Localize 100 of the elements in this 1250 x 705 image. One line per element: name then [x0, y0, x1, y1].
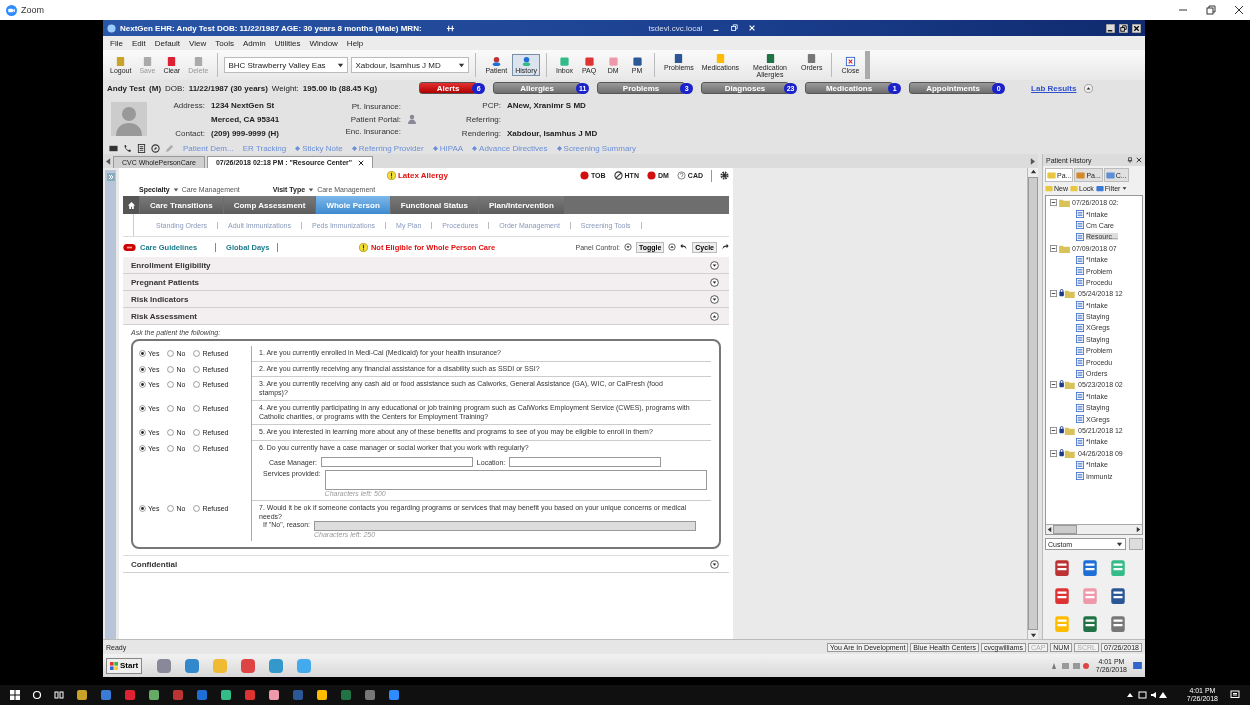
caret-icon[interactable]: [308, 186, 315, 193]
collapse-icon[interactable]: [1050, 244, 1057, 252]
taskbar-app-icon[interactable]: [76, 689, 88, 701]
radio-button[interactable]: [193, 429, 201, 436]
location-dropdown[interactable]: BHC Strawberry Valley Eas: [224, 57, 349, 73]
scrollbar[interactable]: [1046, 524, 1142, 534]
radio-button[interactable]: [139, 429, 146, 436]
menu-item[interactable]: Help: [346, 38, 364, 48]
toolbar-grip[interactable]: [865, 51, 871, 79]
provider-dropdown[interactable]: Xabdour, Isamhus J MD: [351, 57, 470, 73]
radio-button[interactable]: [167, 444, 175, 452]
chevron-icon[interactable]: [710, 260, 719, 270]
taskbar-app-icon[interactable]: [316, 689, 328, 701]
location-field[interactable]: [509, 457, 662, 467]
chevron-icon[interactable]: [710, 311, 719, 321]
chevron-icon[interactable]: [710, 277, 719, 287]
redo-icon[interactable]: [721, 243, 729, 251]
radio-button[interactable]: [193, 444, 201, 452]
radio-button[interactable]: [193, 405, 201, 412]
radio-button[interactable]: [167, 365, 175, 373]
windows-logo-icon[interactable]: [10, 690, 20, 700]
reason-field[interactable]: [314, 521, 696, 531]
collapse-icon[interactable]: [1050, 427, 1057, 434]
radio-button[interactable]: [139, 350, 146, 357]
form-tab[interactable]: Comp Assessment: [223, 196, 316, 214]
settings-icon[interactable]: [720, 171, 729, 180]
menu-item[interactable]: File: [110, 38, 123, 48]
radio-button[interactable]: [167, 429, 175, 436]
form-tab[interactable]: Care Transitions: [140, 196, 223, 214]
menu-item[interactable]: Tools: [215, 38, 234, 48]
close-icon[interactable]: [1136, 157, 1142, 163]
scroll-left-icon[interactable]: [1046, 526, 1053, 533]
tool-icon[interactable]: [1081, 615, 1099, 633]
expand-right-icon[interactable]: [1030, 157, 1035, 165]
section-header[interactable]: Enrollment Eligibility: [123, 257, 729, 274]
expand-all-icon[interactable]: [623, 243, 632, 251]
menu-item[interactable]: Window: [309, 38, 338, 48]
envelope-icon[interactable]: [109, 143, 118, 153]
document-icon[interactable]: [137, 143, 146, 153]
radio-button[interactable]: [139, 444, 146, 452]
radio-button[interactable]: [139, 365, 146, 373]
home-button[interactable]: [123, 196, 139, 214]
case-manager-field[interactable]: [320, 457, 473, 467]
radio-button[interactable]: [167, 505, 175, 512]
form-tab[interactable]: Plan/Intervention: [478, 196, 564, 214]
tool-icon[interactable]: [1081, 559, 1099, 577]
radio-button[interactable]: [193, 350, 201, 357]
pin-icon[interactable]: [1127, 157, 1133, 163]
section-header[interactable]: Risk Assessment: [123, 308, 729, 325]
menu-item[interactable]: Utilities: [274, 38, 301, 48]
taskbar-app-icon[interactable]: [100, 689, 112, 701]
notification-icon[interactable]: [1230, 690, 1240, 700]
scroll-right-icon[interactable]: [1135, 526, 1142, 533]
section-header[interactable]: Pregnant Patients: [123, 274, 729, 291]
compass-icon[interactable]: [151, 143, 160, 153]
restore-icon[interactable]: [730, 24, 739, 32]
radio-button[interactable]: [193, 505, 201, 512]
chevron-icon[interactable]: [710, 559, 719, 569]
services-text-area[interactable]: [324, 470, 707, 490]
task-view-icon[interactable]: [54, 690, 64, 700]
restore-icon[interactable]: [1119, 23, 1128, 33]
close-icon[interactable]: [358, 159, 365, 166]
restore-icon[interactable]: [1206, 5, 1216, 15]
tool-icon[interactable]: [1053, 587, 1071, 605]
menu-item[interactable]: Edit: [131, 38, 146, 48]
collapse-icon[interactable]: [1050, 199, 1057, 207]
taskbar-app-icon[interactable]: [388, 689, 400, 701]
collapse-icon[interactable]: [1050, 449, 1057, 457]
menu-item[interactable]: View: [189, 38, 207, 48]
person-icon[interactable]: [407, 114, 417, 124]
tool-icon[interactable]: [1109, 587, 1127, 605]
menu-item[interactable]: Admin: [242, 38, 266, 48]
close-icon[interactable]: [1132, 23, 1141, 33]
collapse-icon[interactable]: [1050, 290, 1057, 298]
undo-icon[interactable]: [680, 243, 689, 251]
tool-icon[interactable]: [1053, 559, 1071, 577]
section-header[interactable]: Risk Indicators: [123, 291, 729, 308]
radio-button[interactable]: [193, 365, 201, 373]
radio-button[interactable]: [167, 405, 175, 412]
radio-button[interactable]: [139, 405, 146, 412]
chevron-icon[interactable]: [710, 294, 719, 304]
radio-button[interactable]: [193, 381, 201, 388]
taskbar-app-icon[interactable]: [220, 689, 232, 701]
radio-button[interactable]: [139, 381, 146, 388]
minimize-icon[interactable]: [1106, 23, 1115, 33]
close-icon[interactable]: [1234, 5, 1244, 15]
start-button[interactable]: Start: [106, 657, 143, 674]
allergy-alert[interactable]: Latex Allergy: [386, 171, 448, 180]
collapse-all-icon[interactable]: [668, 243, 677, 251]
scroll-left-icon[interactable]: [106, 157, 111, 165]
phone-icon[interactable]: [123, 143, 132, 153]
tool-icon[interactable]: [1109, 615, 1127, 633]
form-tab[interactable]: Functional Status: [390, 196, 478, 214]
menu-item[interactable]: Default: [154, 38, 181, 48]
radio-button[interactable]: [167, 381, 175, 388]
scrollbar-thumb[interactable]: [1053, 525, 1077, 534]
caret-icon[interactable]: [1122, 186, 1128, 191]
radio-button[interactable]: [139, 505, 146, 512]
collapse-icon[interactable]: [1050, 381, 1057, 389]
taskbar-app-icon[interactable]: [268, 689, 280, 701]
